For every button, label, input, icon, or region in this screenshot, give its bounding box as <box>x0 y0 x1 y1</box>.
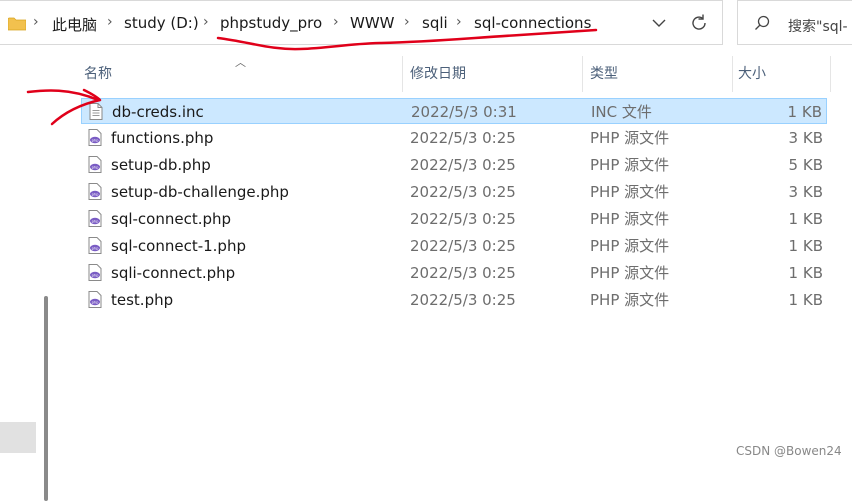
address-bar[interactable]: › 此电脑 › study (D:) › phpstudy_pro › WWW … <box>0 0 723 45</box>
php-file-icon: php <box>88 237 102 254</box>
file-row[interactable]: php functions.php 2022/5/3 0:25 PHP 源文件 … <box>81 125 827 151</box>
column-divider[interactable] <box>402 56 403 92</box>
breadcrumb-www[interactable]: WWW <box>350 14 395 32</box>
folder-icon <box>8 17 26 31</box>
file-row[interactable]: php sqli-connect.php 2022/5/3 0:25 PHP 源… <box>81 260 827 286</box>
search-icon <box>755 15 770 30</box>
file-name: sql-connect.php <box>111 210 232 228</box>
file-modified: 2022/5/3 0:25 <box>410 237 516 255</box>
php-file-icon: php <box>88 291 102 308</box>
nav-selected-item[interactable] <box>0 422 36 453</box>
column-header: ︿ 名称 修改日期 类型 大小 <box>60 56 852 92</box>
column-header-name[interactable]: 名称 <box>84 56 112 92</box>
svg-text:php: php <box>92 273 100 277</box>
search-input[interactable]: 搜索"sql- <box>788 16 848 36</box>
file-modified: 2022/5/3 0:25 <box>410 129 516 147</box>
breadcrumb-chevron-icon: › <box>33 14 39 30</box>
file-modified: 2022/5/3 0:25 <box>410 264 516 282</box>
sort-ascending-icon: ︿ <box>235 56 246 69</box>
file-name: setup-db-challenge.php <box>111 183 289 201</box>
file-modified: 2022/5/3 0:31 <box>411 103 517 121</box>
svg-text:php: php <box>92 165 100 169</box>
breadcrumb-chevron-icon[interactable]: › <box>203 14 209 30</box>
file-type: PHP 源文件 <box>590 264 670 282</box>
column-divider[interactable] <box>830 56 831 92</box>
svg-text:php: php <box>92 219 100 223</box>
file-size: 3 KB <box>788 129 823 147</box>
svg-text:php: php <box>92 138 100 142</box>
file-size: 1 KB <box>787 103 822 121</box>
file-size: 1 KB <box>788 264 823 282</box>
chevron-down-icon[interactable] <box>650 13 668 33</box>
breadcrumb-chevron-icon[interactable]: › <box>456 14 462 30</box>
column-divider[interactable] <box>582 56 583 92</box>
file-type: PHP 源文件 <box>590 237 670 255</box>
svg-text:php: php <box>92 246 100 250</box>
file-type: INC 文件 <box>591 103 652 121</box>
php-file-icon: php <box>88 183 102 200</box>
file-size: 1 KB <box>788 291 823 309</box>
php-file-icon: php <box>88 210 102 227</box>
file-type: PHP 源文件 <box>590 129 670 147</box>
svg-text:php: php <box>92 192 100 196</box>
column-header-modified[interactable]: 修改日期 <box>410 56 466 92</box>
file-name: db-creds.inc <box>112 103 204 121</box>
file-row[interactable]: php setup-db.php 2022/5/3 0:25 PHP 源文件 5… <box>81 152 827 178</box>
file-name: sql-connect-1.php <box>111 237 246 255</box>
file-type: PHP 源文件 <box>590 156 670 174</box>
file-type: PHP 源文件 <box>590 210 670 228</box>
watermark: CSDN @Bowen24 <box>736 444 842 458</box>
column-header-type[interactable]: 类型 <box>590 56 618 92</box>
file-row[interactable]: php sql-connect.php 2022/5/3 0:25 PHP 源文… <box>81 206 827 232</box>
navigation-pane[interactable] <box>0 46 60 501</box>
file-row[interactable]: php test.php 2022/5/3 0:25 PHP 源文件 1 KB <box>81 287 827 313</box>
generic-file-icon <box>89 103 103 120</box>
breadcrumb-phpstudy-pro[interactable]: phpstudy_pro <box>220 14 322 32</box>
file-size: 3 KB <box>788 183 823 201</box>
breadcrumb-this-pc[interactable]: 此电脑 <box>52 14 97 35</box>
php-file-icon: php <box>88 156 102 173</box>
file-row[interactable]: php setup-db-challenge.php 2022/5/3 0:25… <box>81 179 827 205</box>
file-modified: 2022/5/3 0:25 <box>410 183 516 201</box>
file-modified: 2022/5/3 0:25 <box>410 291 516 309</box>
file-name: test.php <box>111 291 174 309</box>
svg-text:php: php <box>92 300 100 304</box>
file-row[interactable]: php sql-connect-1.php 2022/5/3 0:25 PHP … <box>81 233 827 259</box>
breadcrumb-sql-connections[interactable]: sql-connections <box>474 14 591 32</box>
file-row[interactable]: db-creds.inc 2022/5/3 0:31 INC 文件 1 KB <box>81 98 827 124</box>
breadcrumb-chevron-icon[interactable]: › <box>333 14 339 30</box>
file-name: sqli-connect.php <box>111 264 236 282</box>
column-header-size[interactable]: 大小 <box>738 56 766 92</box>
file-modified: 2022/5/3 0:25 <box>410 210 516 228</box>
file-name: setup-db.php <box>111 156 211 174</box>
file-modified: 2022/5/3 0:25 <box>410 156 516 174</box>
file-type: PHP 源文件 <box>590 183 670 201</box>
breadcrumb-chevron-icon[interactable]: › <box>107 14 113 30</box>
nav-scrollbar[interactable] <box>44 296 48 501</box>
file-size: 5 KB <box>788 156 823 174</box>
file-name: functions.php <box>111 129 214 147</box>
search-box[interactable]: 搜索"sql- <box>737 0 852 45</box>
file-type: PHP 源文件 <box>590 291 670 309</box>
refresh-icon[interactable] <box>688 12 710 34</box>
file-size: 1 KB <box>788 210 823 228</box>
breadcrumb-chevron-icon[interactable]: › <box>404 14 410 30</box>
breadcrumb-drive-d[interactable]: study (D:) <box>124 14 199 32</box>
column-divider[interactable] <box>732 56 733 92</box>
php-file-icon: php <box>88 129 102 146</box>
php-file-icon: php <box>88 264 102 281</box>
file-size: 1 KB <box>788 237 823 255</box>
breadcrumb-sqli[interactable]: sqli <box>422 14 448 32</box>
